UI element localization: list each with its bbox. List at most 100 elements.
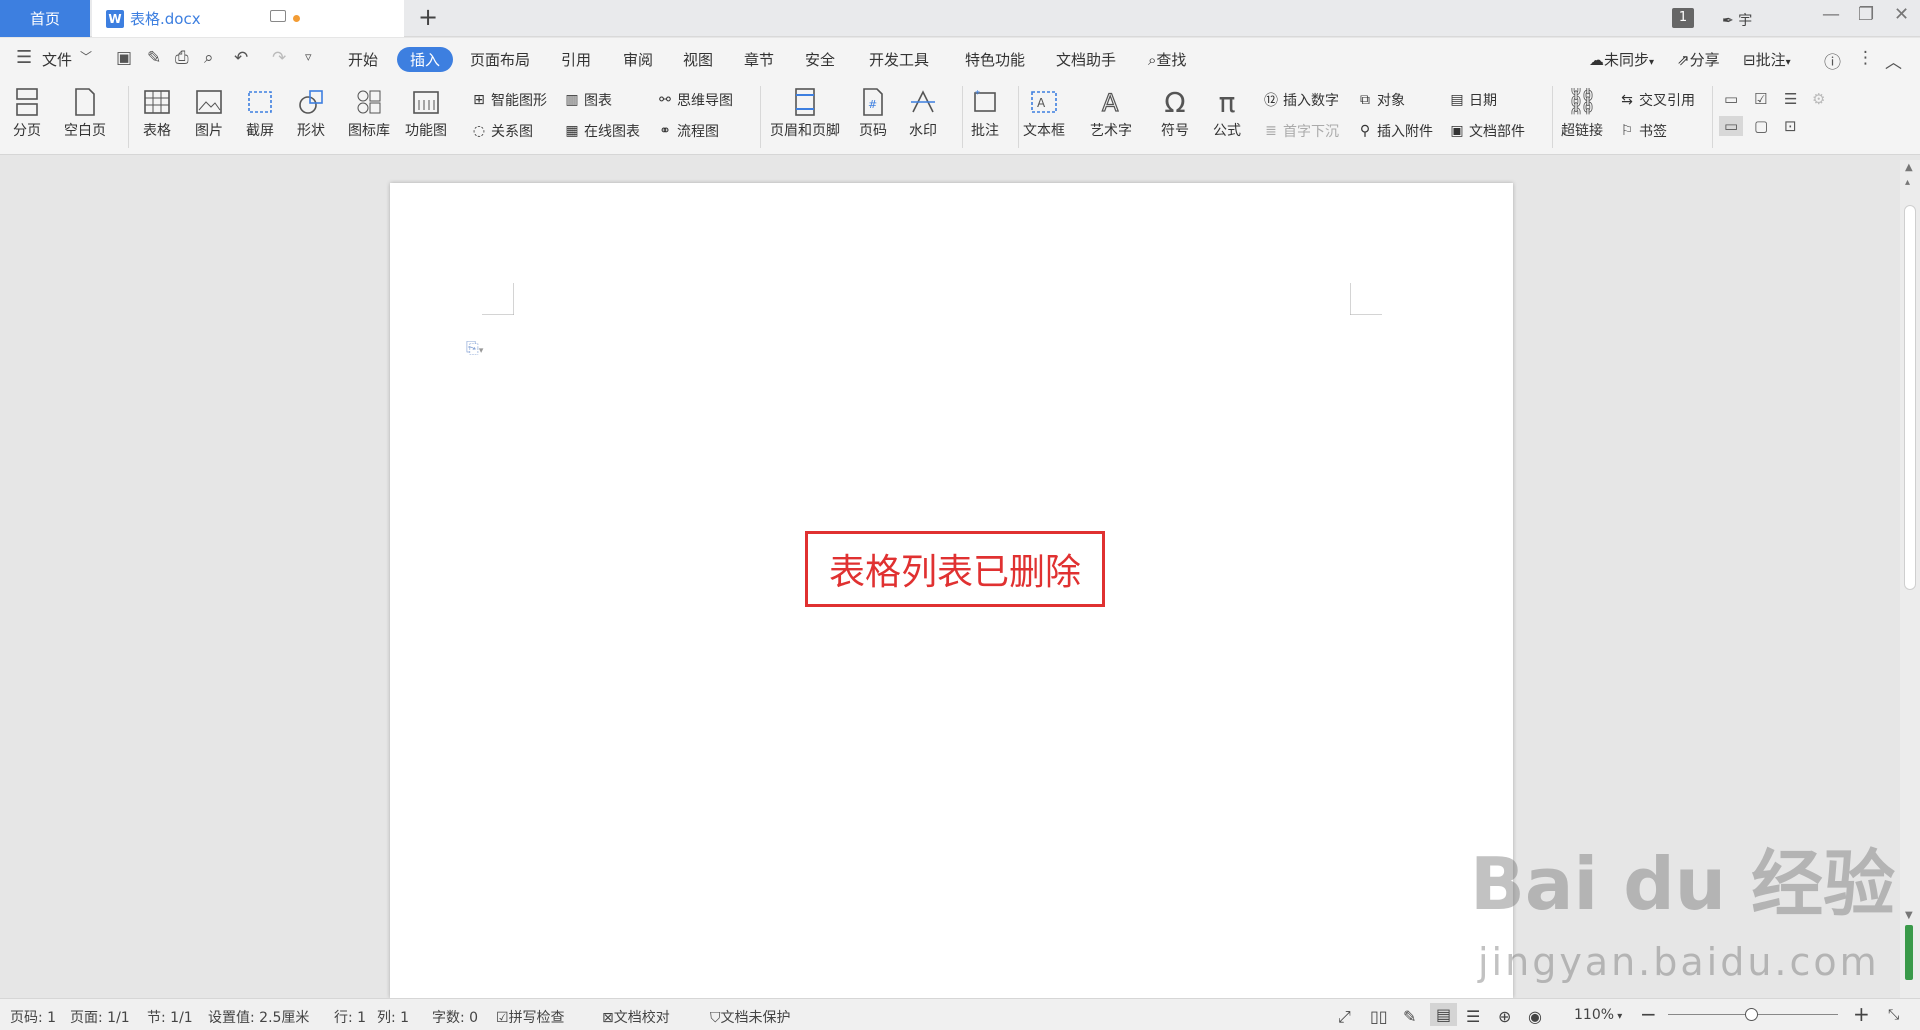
monitor-icon[interactable]: [270, 10, 286, 22]
menu-insert[interactable]: 插入: [397, 47, 453, 72]
outline-view-icon[interactable]: ☰: [1466, 1007, 1480, 1026]
menu-doc-assistant[interactable]: 文档助手: [1056, 49, 1116, 70]
smart-shape-button[interactable]: ⊞ 智能图形: [470, 90, 547, 110]
doc-protect-button[interactable]: ⛉文档未保护: [710, 1007, 791, 1027]
checkbox-field-icon[interactable]: ☑: [1754, 90, 1767, 108]
user-account[interactable]: ✒ 宇: [1722, 10, 1752, 30]
fullscreen-icon[interactable]: ⤢: [1338, 1007, 1351, 1027]
comment-button[interactable]: ⊟批注▾: [1743, 49, 1791, 70]
help-icon[interactable]: ⓘ: [1824, 48, 1841, 73]
form-field-icon[interactable]: ▭: [1724, 90, 1738, 108]
hyperlink-button[interactable]: ⛓ 超链接: [1561, 86, 1603, 140]
close-icon[interactable]: ✕: [1894, 4, 1909, 25]
tab-document[interactable]: W 表格.docx: [92, 0, 404, 37]
status-pages[interactable]: 页面: 1/1: [70, 1007, 130, 1027]
symbol-button[interactable]: Ω 符号: [1160, 86, 1190, 140]
flowchart-button[interactable]: ⚭ 流程图: [656, 121, 719, 141]
menu-special[interactable]: 特色功能: [965, 49, 1025, 70]
mind-map-button[interactable]: ⚯ 思维导图: [656, 90, 733, 110]
zoom-slider-handle[interactable]: [1745, 1008, 1758, 1021]
collapse-ribbon-icon[interactable]: ︿: [1885, 48, 1902, 73]
zoom-in-icon[interactable]: +: [1853, 1002, 1870, 1026]
share-button[interactable]: ⇗分享: [1677, 49, 1720, 70]
menu-security[interactable]: 安全: [805, 49, 835, 70]
field-group-icon[interactable]: ⊡: [1784, 117, 1797, 135]
table-button[interactable]: 表格: [142, 86, 172, 140]
separator: [962, 86, 963, 148]
menu-developer[interactable]: 开发工具: [869, 49, 929, 70]
page-view-icon[interactable]: ▤: [1430, 1003, 1458, 1026]
field-properties-icon[interactable]: ▢: [1754, 117, 1768, 135]
status-setting[interactable]: 设置值: 2.5厘米: [208, 1007, 309, 1027]
undo-icon[interactable]: ↶: [234, 48, 248, 68]
tab-home[interactable]: 首页: [0, 0, 90, 37]
field-settings-icon[interactable]: ⚙: [1812, 90, 1825, 108]
zoom-level[interactable]: 110% ▾: [1574, 1007, 1622, 1023]
chevron-down-icon[interactable]: ﹀: [80, 48, 92, 65]
design-mode-icon[interactable]: ▭: [1719, 116, 1744, 136]
list-field-icon[interactable]: ☰: [1784, 90, 1797, 108]
more-icon[interactable]: ⋮: [1857, 48, 1874, 68]
comment-insert-button[interactable]: * 批注: [970, 86, 1000, 140]
drop-cap-button[interactable]: ≣ 首字下沉: [1262, 121, 1339, 141]
menu-start[interactable]: 开始: [348, 49, 378, 70]
edit-mode-icon[interactable]: ✎: [1403, 1007, 1416, 1026]
date-button[interactable]: ▤ 日期: [1448, 90, 1497, 110]
header-footer-button[interactable]: 页眉和页脚: [770, 86, 840, 140]
print-icon[interactable]: ⎙: [175, 48, 189, 68]
paste-options-icon[interactable]: ⎘▾: [466, 338, 483, 358]
insert-number-button[interactable]: ⑫ 插入数字: [1262, 90, 1339, 110]
menu-reference[interactable]: 引用: [561, 49, 591, 70]
restore-icon[interactable]: ❐: [1858, 4, 1874, 25]
web-view-icon[interactable]: ⊕: [1498, 1007, 1511, 1026]
bookmark-button[interactable]: ⚐ 书签: [1618, 121, 1667, 141]
new-tab-plus-icon[interactable]: +: [418, 3, 438, 31]
reading-mode-icon[interactable]: ▯▯: [1370, 1007, 1388, 1026]
save-icon[interactable]: ▣: [116, 48, 132, 68]
print-preview-icon[interactable]: ⌕: [204, 48, 214, 68]
minimize-icon[interactable]: —: [1822, 4, 1840, 25]
shape-button[interactable]: 形状: [296, 86, 326, 140]
icon-library-button[interactable]: 图标库: [348, 86, 390, 140]
textbox-button[interactable]: A 文本框: [1023, 86, 1065, 140]
customize-toolbar-icon[interactable]: ▿: [305, 50, 312, 65]
online-chart-button[interactable]: ▦ 在线图表: [563, 121, 640, 141]
doc-parts-button[interactable]: ▣ 文档部件: [1448, 121, 1525, 141]
page-number-button[interactable]: # 页码: [858, 86, 888, 140]
watermark-button[interactable]: 水印: [908, 86, 938, 140]
wordart-button[interactable]: A 艺术字: [1090, 86, 1132, 140]
function-chart-button[interactable]: 功能图: [405, 86, 447, 140]
menu-view[interactable]: 视图: [683, 49, 713, 70]
hamburger-icon[interactable]: ☰: [16, 47, 32, 68]
picture-button[interactable]: 图片: [194, 86, 224, 140]
fit-page-icon[interactable]: ⤡: [1888, 1007, 1899, 1023]
format-brush-icon[interactable]: ✎: [147, 48, 161, 68]
scrollbar-thumb[interactable]: [1904, 205, 1916, 590]
insert-attachment-button[interactable]: ⚲ 插入附件: [1356, 121, 1433, 141]
menu-review[interactable]: 审阅: [623, 49, 653, 70]
menu-page-layout[interactable]: 页面布局: [470, 49, 530, 70]
status-word-count[interactable]: 字数: 0: [432, 1007, 478, 1027]
menu-chapter[interactable]: 章节: [744, 49, 774, 70]
eye-protection-icon[interactable]: ◉: [1528, 1007, 1542, 1026]
cross-reference-button[interactable]: ⇆ 交叉引用: [1618, 90, 1695, 110]
menu-file[interactable]: 文件: [42, 49, 72, 70]
blank-page-button[interactable]: 空白页: [64, 86, 106, 140]
sync-button[interactable]: ☁未同步▾: [1589, 49, 1654, 70]
scroll-down-icon[interactable]: ▼: [1905, 910, 1913, 921]
object-button[interactable]: ⧉ 对象: [1356, 90, 1405, 110]
redo-icon[interactable]: ↷: [272, 48, 286, 68]
search-button[interactable]: ⌕查找: [1148, 49, 1186, 70]
chart-button[interactable]: ▥ 图表: [563, 90, 612, 110]
scroll-up-icon[interactable]: ▲: [1905, 162, 1913, 173]
formula-button[interactable]: π 公式: [1212, 86, 1242, 140]
scroll-page-up-icon[interactable]: ▴: [1905, 177, 1910, 188]
doc-proofread-button[interactable]: ⊠文档校对: [602, 1007, 670, 1027]
page-break-button[interactable]: 分页: [12, 86, 42, 140]
relation-chart-button[interactable]: ◌ 关系图: [470, 121, 533, 141]
zoom-out-icon[interactable]: −: [1640, 1002, 1657, 1026]
page-indicator-badge[interactable]: 1: [1672, 8, 1694, 28]
pi-icon: π: [1218, 85, 1236, 119]
screenshot-button[interactable]: 截屏: [245, 86, 275, 140]
spell-check-button[interactable]: ☑拼写检查: [496, 1007, 565, 1027]
